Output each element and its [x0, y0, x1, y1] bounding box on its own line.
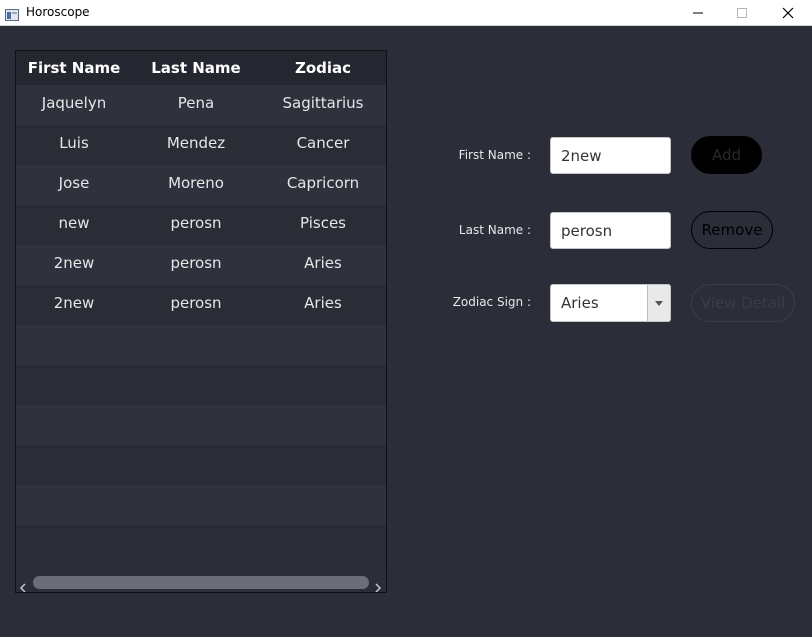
cell-last-name: perosn	[170, 294, 222, 312]
cell-last-name: Pena	[177, 94, 215, 112]
cell-last-name: perosn	[170, 214, 222, 232]
scroll-left-arrow-icon[interactable]	[19, 578, 27, 592]
cell-zodiac: Aries	[304, 294, 342, 312]
cell-zodiac: Capricorn	[286, 174, 360, 192]
cell-first-name: 2new	[53, 294, 95, 312]
cell-first-name: 2new	[53, 254, 95, 272]
column-header-zodiac[interactable]: Zodiac	[260, 51, 386, 85]
zodiac-sign-selected-value: Aries	[561, 294, 599, 312]
column-header-last-name[interactable]: Last Name	[132, 51, 260, 85]
cell-first-name: Jose	[58, 174, 90, 192]
table-body: Jaquelyn Pena Sagittarius Luis Mendez Ca…	[16, 85, 386, 565]
last-name-label: Last Name :	[458, 223, 531, 237]
zodiac-sign-select[interactable]: Aries	[550, 284, 671, 322]
cell-last-name: perosn	[170, 254, 222, 272]
cell-last-name: Moreno	[168, 174, 224, 192]
window-title: Horoscope	[26, 5, 90, 19]
cell-zodiac: Sagittarius	[282, 94, 364, 112]
cell-last-name: Mendez	[166, 134, 226, 152]
table-row[interactable]: Jaquelyn Pena Sagittarius	[16, 85, 386, 125]
table-row-empty	[16, 325, 386, 365]
table-row[interactable]: 2new perosn Aries	[16, 285, 386, 325]
cell-zodiac: Aries	[304, 254, 342, 272]
chevron-down-icon	[655, 301, 663, 306]
remove-button[interactable]: Remove	[691, 211, 773, 249]
minimize-button[interactable]	[676, 0, 720, 26]
table-row[interactable]: Jose Moreno Capricorn	[16, 165, 386, 205]
people-table[interactable]: First Name Last Name Zodiac Jaquelyn Pen…	[15, 50, 387, 593]
table-row-empty	[16, 525, 386, 565]
table-row[interactable]: Luis Mendez Cancer	[16, 125, 386, 165]
first-name-input[interactable]	[550, 137, 671, 174]
scrollbar-thumb[interactable]	[33, 576, 369, 589]
table-row-empty	[16, 405, 386, 445]
table-row-empty	[16, 365, 386, 405]
dropdown-arrow[interactable]	[647, 285, 670, 321]
minimize-icon	[693, 12, 703, 14]
app-icon	[5, 6, 19, 21]
maximize-icon	[737, 8, 747, 18]
table-row[interactable]: 2new perosn Aries	[16, 245, 386, 285]
cell-first-name: Jaquelyn	[41, 94, 107, 112]
view-detail-button[interactable]: View Detail	[691, 284, 795, 322]
horizontal-scrollbar[interactable]	[16, 573, 386, 592]
scroll-right-arrow-icon[interactable]	[374, 578, 382, 592]
close-button[interactable]	[766, 0, 810, 26]
add-button[interactable]: Add	[691, 136, 762, 174]
window-titlebar: Horoscope	[0, 0, 812, 26]
table-row-empty	[16, 445, 386, 485]
column-header-first-name[interactable]: First Name	[16, 51, 132, 85]
maximize-button[interactable]	[720, 0, 764, 26]
cell-zodiac: Cancer	[296, 134, 350, 152]
table-header: First Name Last Name Zodiac	[16, 51, 386, 85]
cell-first-name: new	[58, 214, 90, 232]
first-name-label: First Name :	[458, 148, 531, 162]
zodiac-sign-label: Zodiac Sign :	[452, 295, 531, 309]
table-row[interactable]: new perosn Pisces	[16, 205, 386, 245]
cell-first-name: Luis	[59, 134, 89, 152]
cell-zodiac: Pisces	[300, 214, 346, 232]
close-icon	[782, 7, 794, 19]
table-row-empty	[16, 485, 386, 525]
last-name-input[interactable]	[550, 212, 671, 249]
